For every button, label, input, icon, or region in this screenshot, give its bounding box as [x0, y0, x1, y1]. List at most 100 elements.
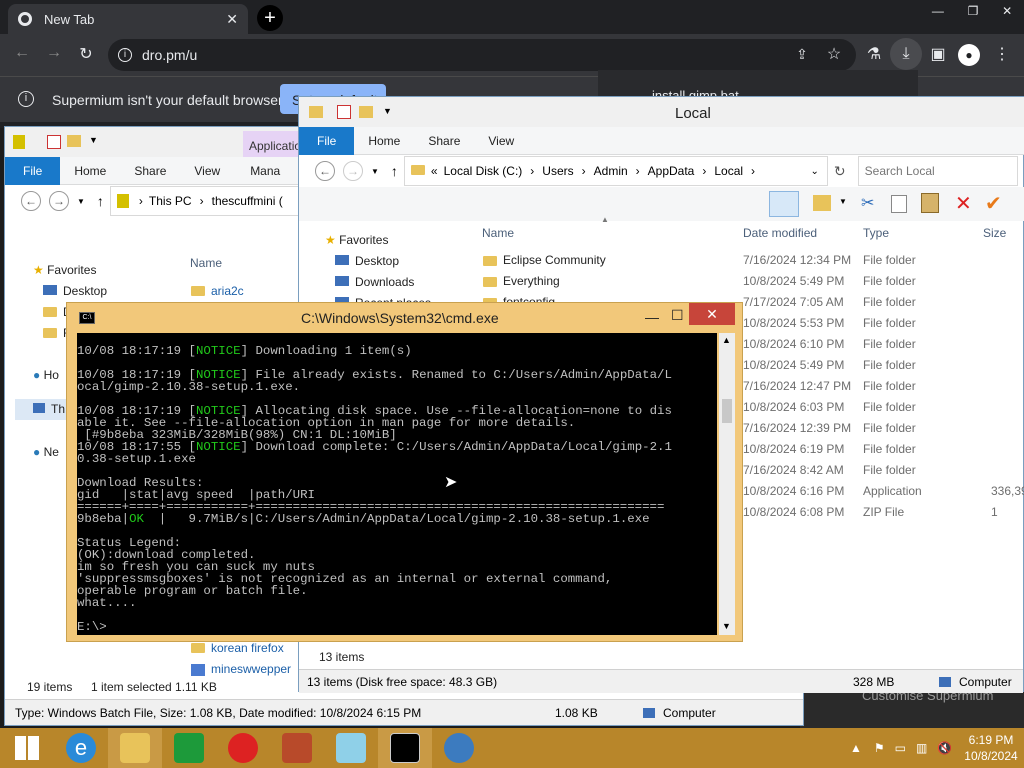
maximize-icon[interactable]: ❐: [968, 4, 979, 18]
new-tab-button[interactable]: +: [257, 5, 283, 31]
scroll-down-icon[interactable]: ▼: [722, 621, 731, 631]
qat-dropdown-icon[interactable]: ▼: [89, 135, 98, 145]
forward-icon[interactable]: →: [38, 44, 70, 62]
recent-dropdown-icon[interactable]: ▼: [371, 167, 379, 176]
file-row-aria2c[interactable]: aria2c: [191, 281, 244, 302]
col-header-name[interactable]: Name: [190, 256, 222, 270]
taskbar-firewall[interactable]: [270, 728, 324, 768]
cmd-maximize-icon[interactable]: ☐: [671, 307, 684, 324]
back-arrow-icon[interactable]: ←: [21, 191, 41, 211]
taskbar-chromium[interactable]: [432, 728, 486, 768]
refresh-icon[interactable]: ↻: [834, 163, 846, 180]
application-tools-tab[interactable]: Applicatio: [243, 131, 303, 157]
forward-arrow-icon[interactable]: →: [49, 191, 69, 211]
breadcrumb-users[interactable]: Users: [542, 164, 573, 178]
nav-favorites[interactable]: ★ Favorites: [33, 263, 96, 277]
tab-share[interactable]: Share: [414, 127, 474, 155]
tab-share[interactable]: Share: [120, 157, 180, 185]
tray-chevron-icon[interactable]: ▲: [850, 741, 862, 755]
properties-icon[interactable]: [47, 135, 61, 149]
cmd-title-bar[interactable]: C:\ C:\Windows\System32\cmd.exe — ☐ ✕: [67, 303, 742, 333]
copy-icon[interactable]: [891, 195, 907, 213]
nav-desktop[interactable]: Desktop: [43, 284, 107, 298]
close-icon[interactable]: ✕: [1002, 4, 1012, 18]
search-box[interactable]: Search Local: [857, 156, 1018, 186]
tab-home[interactable]: Home: [60, 157, 120, 185]
nav-homegroup[interactable]: ● Ho: [33, 368, 59, 382]
tab-view[interactable]: View: [180, 157, 234, 185]
new-folder-toolbar-icon[interactable]: [813, 195, 831, 211]
menu-icon[interactable]: ⋮: [986, 44, 1018, 64]
col-header-date[interactable]: Date modified: [743, 226, 817, 240]
display-icon[interactable]: ▭: [895, 741, 906, 755]
properties-icon[interactable]: [337, 105, 351, 119]
up-arrow-icon[interactable]: ↑: [97, 193, 104, 209]
folder-icon[interactable]: [67, 135, 81, 147]
download-icon[interactable]: ⤓: [890, 38, 922, 70]
scroll-thumb[interactable]: [722, 399, 732, 423]
back-icon[interactable]: ←: [6, 44, 38, 62]
breadcrumb-local[interactable]: Local: [714, 164, 743, 178]
address-dropdown-icon[interactable]: ⌄: [811, 166, 819, 177]
forward-arrow-icon[interactable]: →: [343, 161, 363, 181]
col-header-type[interactable]: Type: [863, 226, 889, 240]
tab-file[interactable]: File: [5, 156, 61, 185]
tab-new-tab[interactable]: New Tab ✕: [8, 4, 248, 34]
start-button[interactable]: [0, 728, 54, 768]
flag-icon[interactable]: ⚑: [874, 741, 885, 755]
bookmark-star-icon[interactable]: ☆: [818, 44, 850, 64]
up-arrow-icon[interactable]: ↑: [391, 163, 398, 179]
cmd-scrollbar[interactable]: ▲ ▼: [719, 333, 735, 635]
reload-icon[interactable]: ↻: [70, 44, 102, 64]
side-panel-icon[interactable]: ▣: [922, 44, 954, 64]
labs-icon[interactable]: ⚗: [858, 44, 890, 64]
breadcrumb-local-disk[interactable]: Local Disk (C:): [444, 164, 523, 178]
breadcrumb-drive[interactable]: thescuffmini (: [212, 194, 283, 208]
tab-home[interactable]: Home: [354, 127, 414, 155]
cmd-console[interactable]: 10/08 18:17:19 [NOTICE] Downloading 1 it…: [77, 333, 717, 635]
nav-network[interactable]: ● Ne: [33, 445, 59, 459]
qat-dropdown-icon[interactable]: ▼: [383, 106, 392, 116]
minimize-icon[interactable]: —: [932, 4, 944, 18]
tab-manage[interactable]: Mana: [236, 157, 294, 185]
taskbar-ie[interactable]: e: [54, 728, 108, 768]
breadcrumb-overflow[interactable]: «: [431, 164, 438, 178]
cmd-minimize-icon[interactable]: —: [645, 309, 659, 325]
tab-close-icon[interactable]: ✕: [226, 11, 238, 28]
info-icon[interactable]: i: [118, 48, 132, 62]
network-tray-icon[interactable]: ▥: [916, 741, 927, 755]
tab-view[interactable]: View: [474, 127, 528, 155]
file-row-mineswwepper[interactable]: mineswwepper: [191, 659, 291, 680]
preview-pane-icon[interactable]: [769, 191, 799, 217]
cut-icon[interactable]: ✂: [861, 193, 874, 213]
paste-icon[interactable]: [921, 193, 939, 213]
breadcrumb-appdata[interactable]: AppData: [648, 164, 695, 178]
taskbar-explorer[interactable]: [108, 728, 162, 768]
breadcrumb-this-pc[interactable]: This PC: [149, 194, 192, 208]
back-arrow-icon[interactable]: ←: [315, 161, 335, 181]
clock[interactable]: 6:19 PM 10/8/2024: [964, 732, 1017, 764]
tab-file[interactable]: File: [299, 126, 355, 155]
share-icon[interactable]: ⇪: [786, 46, 818, 63]
volume-muted-icon[interactable]: 🔇: [937, 741, 952, 755]
dropdown-icon[interactable]: ▼: [839, 197, 847, 206]
scroll-up-icon[interactable]: ▲: [722, 335, 731, 345]
file-row[interactable]: Eclipse Community 7/16/2024 12:34 PM File …: [299, 250, 1024, 271]
address-bar-local[interactable]: « Local Disk (C:) › Users › Admin › AppD…: [403, 156, 828, 186]
address-bar[interactable]: i dro.pm/u: [108, 39, 856, 71]
cmd-close-icon[interactable]: ✕: [689, 303, 735, 325]
recent-dropdown-icon[interactable]: ▼: [77, 197, 85, 206]
breadcrumb-admin[interactable]: Admin: [594, 164, 628, 178]
taskbar-clock-app[interactable]: [216, 728, 270, 768]
new-folder-icon[interactable]: [359, 106, 373, 118]
checkmark-icon[interactable]: ✔: [985, 191, 1002, 216]
taskbar-notes[interactable]: [324, 728, 378, 768]
file-row[interactable]: Everything 10/8/2024 5:49 PM File folder: [299, 271, 1024, 292]
delete-icon[interactable]: ✕: [955, 191, 972, 216]
col-header-name[interactable]: Name: [482, 226, 514, 240]
taskbar-store[interactable]: [162, 728, 216, 768]
col-header-size[interactable]: Size: [983, 226, 1006, 240]
nav-favorites-local[interactable]: ★ Favorites: [325, 233, 388, 247]
profile-avatar[interactable]: ●: [958, 44, 980, 66]
taskbar-cmd[interactable]: [378, 728, 432, 768]
